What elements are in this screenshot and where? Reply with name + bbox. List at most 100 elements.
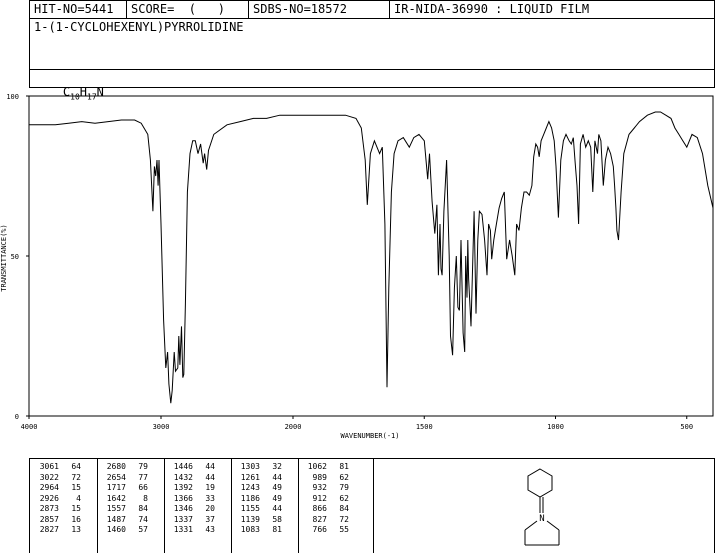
x-tick-label: 1000 — [547, 423, 564, 431]
pyrrolidine-bond-1 — [524, 520, 538, 531]
score: SCORE= ( ) — [127, 1, 249, 19]
peak-row: 1366 33 — [166, 494, 218, 505]
peak-wavenumber: 3061 — [39, 462, 59, 471]
peak-column: 1446 44 1432 44 1392 19 1366 33 1346 20 1337 37 1331… — [166, 462, 218, 536]
peak-transmittance: 72 — [71, 472, 81, 482]
peak-wavenumber: 912 — [312, 493, 327, 503]
peak-wavenumber: 1155 — [240, 504, 260, 513]
peak-transmittance: 4 — [76, 493, 81, 503]
y-axis-ticks: 100 50 0 — [6, 93, 29, 421]
peak-transmittance: 62 — [339, 493, 349, 503]
peak-wavenumber: 1557 — [106, 504, 126, 513]
peak-row: 1062 81 — [300, 462, 352, 473]
peak-wavenumber: 989 — [312, 472, 327, 482]
peak-row: 1155 44 — [233, 504, 285, 515]
peak-column: 1303 32 1261 44 1243 49 1186 49 1155 44 1139 58 1083… — [233, 462, 285, 536]
peak-row: 1186 49 — [233, 494, 285, 505]
peak-row: 2680 79 — [99, 462, 151, 473]
peak-wavenumber: 827 — [312, 514, 327, 524]
transmittance-line — [29, 111, 714, 404]
y-tick-label: 100 — [6, 93, 19, 101]
peak-row: 766 55 — [300, 525, 352, 536]
peak-row: 2873 15 — [32, 504, 84, 515]
x-tick-label: 500 — [680, 423, 693, 431]
peak-column-divider — [164, 458, 165, 553]
peak-transmittance: 57 — [138, 525, 148, 534]
y-axis-label: TRANSMITTANCE(%) — [0, 224, 8, 291]
peak-wavenumber: 1337 — [173, 514, 193, 524]
peak-transmittance: 49 — [272, 483, 282, 492]
peak-row: 1392 19 — [166, 483, 218, 494]
ir-nida-info: IR-NIDA-36990 : LIQUID FILM — [394, 2, 590, 16]
peak-transmittance: 16 — [71, 514, 81, 524]
peak-transmittance: 84 — [339, 504, 349, 513]
peak-transmittance: 79 — [339, 483, 349, 492]
y-tick-label: 50 — [11, 253, 19, 261]
peak-row: 1717 66 — [99, 483, 151, 494]
ir-spectrum-chart: 100500 4000 3000 2000 1500 1000 500 WAVENUMBE… — [0, 93, 714, 440]
peak-wavenumber: 1303 — [240, 462, 260, 471]
peak-wavenumber: 2964 — [39, 483, 59, 492]
peak-row: 1446 44 — [166, 462, 218, 473]
peak-wavenumber: 2857 — [39, 514, 59, 524]
peak-wavenumber: 2827 — [39, 525, 59, 534]
peak-wavenumber: 1062 — [307, 462, 327, 471]
peak-transmittance: 66 — [138, 483, 148, 492]
peak-wavenumber: 1446 — [173, 462, 193, 471]
peak-row: 932 79 — [300, 483, 352, 494]
y-tick-label: 0 — [15, 413, 19, 421]
peak-wavenumber: 1642 — [106, 493, 126, 503]
peak-row: 1303 32 — [233, 462, 285, 473]
peak-wavenumber: 1432 — [173, 472, 193, 482]
peak-wavenumber: 3022 — [39, 472, 59, 482]
peak-transmittance: 44 — [272, 472, 282, 482]
x-axis-label: WAVENUMBER(-1) — [340, 432, 399, 440]
peak-row: 1346 20 — [166, 504, 218, 515]
peak-wavenumber: 1331 — [173, 525, 193, 534]
peak-row: 912 62 — [300, 494, 352, 505]
peak-wavenumber: 1186 — [240, 493, 260, 503]
peak-transmittance: 77 — [138, 472, 148, 482]
peak-column-divider — [97, 458, 98, 553]
peak-transmittance: 74 — [138, 514, 148, 524]
hit-number: HIT-NO=5441 — [30, 1, 127, 19]
pyrrolidine-bond-2 — [546, 520, 560, 531]
peak-row: 1557 84 — [99, 504, 151, 515]
header-bar: HIT-NO=5441 SCORE= ( ) SDBS-NO=18572 IR-… — [29, 0, 715, 19]
peak-row: 827 72 — [300, 515, 352, 526]
peak-row: 1337 37 — [166, 515, 218, 526]
molecule-structure: N — [524, 468, 560, 546]
x-tick-label: 2000 — [285, 423, 302, 431]
peak-row: 2964 15 — [32, 483, 84, 494]
peak-row: 866 84 — [300, 504, 352, 515]
peak-wavenumber: 766 — [312, 525, 327, 534]
peak-transmittance: 84 — [138, 504, 148, 513]
peak-transmittance: 33 — [205, 493, 215, 503]
peak-wavenumber: 1139 — [240, 514, 260, 524]
plot-frame — [28, 95, 714, 417]
peak-wavenumber: 1346 — [173, 504, 193, 513]
peak-wavenumber: 1366 — [173, 493, 193, 503]
peak-row: 2926 4 — [32, 494, 84, 505]
peak-row: 1432 44 — [166, 473, 218, 484]
peak-row: 3022 72 — [32, 473, 84, 484]
peak-wavenumber: 2873 — [39, 504, 59, 513]
peak-transmittance: 44 — [205, 472, 215, 482]
peak-row: 1261 44 — [233, 473, 285, 484]
peak-wavenumber: 866 — [312, 504, 327, 513]
peak-transmittance: 44 — [272, 504, 282, 513]
peak-transmittance: 19 — [205, 483, 215, 492]
peak-wavenumber: 1261 — [240, 472, 260, 482]
peak-wavenumber: 2654 — [106, 472, 126, 482]
peak-transmittance: 13 — [71, 525, 81, 534]
peak-column: 2680 79 2654 77 1717 66 1642 8 1557 84 1487 74 1460 5… — [99, 462, 151, 536]
peak-wavenumber: 1460 — [106, 525, 126, 534]
peak-transmittance: 72 — [339, 514, 349, 524]
peak-transmittance: 37 — [205, 514, 215, 524]
peak-transmittance: 81 — [272, 525, 282, 534]
peak-transmittance: 81 — [339, 462, 349, 471]
peak-wavenumber: 1392 — [173, 483, 193, 492]
x-tick-label: 4000 — [21, 423, 38, 431]
nitrogen-atom-label: N — [539, 514, 544, 524]
formula-divider — [30, 69, 714, 70]
